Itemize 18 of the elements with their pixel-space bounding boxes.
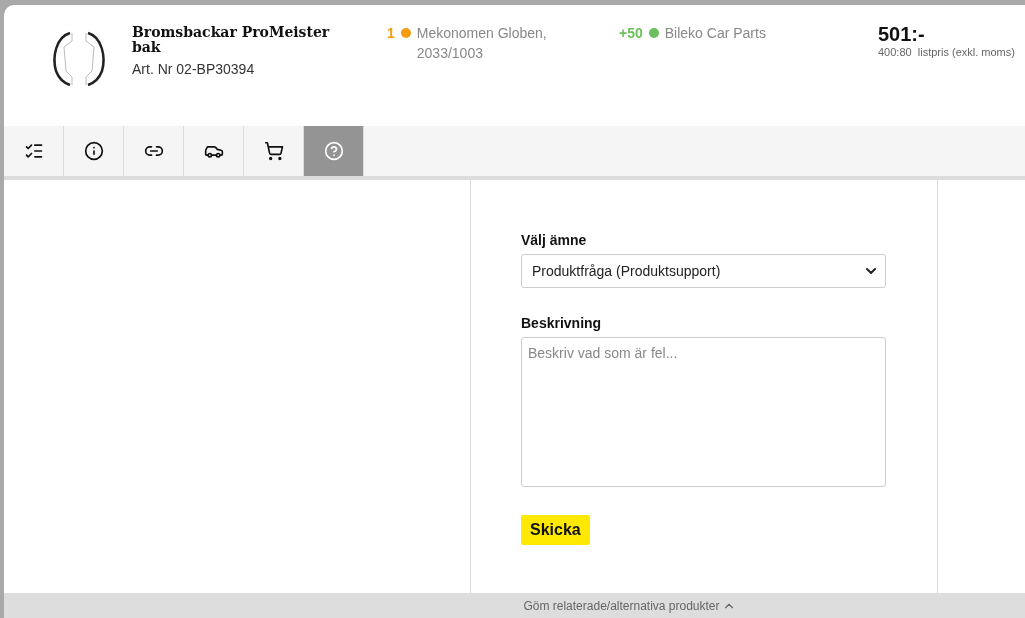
hide-related-toggle[interactable]: Göm relaterade/alternativa produkter <box>523 598 736 613</box>
article-number: Art. Nr 02-BP30394 <box>132 61 256 77</box>
subject-label: Välj ämne <box>521 232 588 248</box>
cart-icon <box>263 141 284 161</box>
store-name: Mekonomen Globen, 2033/1003 <box>416 24 548 63</box>
product-title: Bromsbackar ProMeister bak <box>132 25 331 55</box>
subject-select[interactable]: Produktfråga (Produktsupport) <box>521 254 886 288</box>
submit-button[interactable]: Skicka <box>521 515 590 545</box>
info-icon <box>83 141 104 161</box>
store-name: Bileko Car Parts <box>664 24 766 43</box>
list-price: 400:80 listpris (exkl. moms) <box>878 46 1015 58</box>
description-label: Beskrivning <box>521 315 603 331</box>
stock-count: 1 <box>387 24 395 43</box>
stock-count: +50 <box>619 24 643 43</box>
help-icon <box>323 141 344 161</box>
price: 501:- <box>878 23 926 46</box>
checklist-icon <box>23 141 44 161</box>
description-field[interactable]: Beskriv vad som är fel... <box>521 337 886 487</box>
